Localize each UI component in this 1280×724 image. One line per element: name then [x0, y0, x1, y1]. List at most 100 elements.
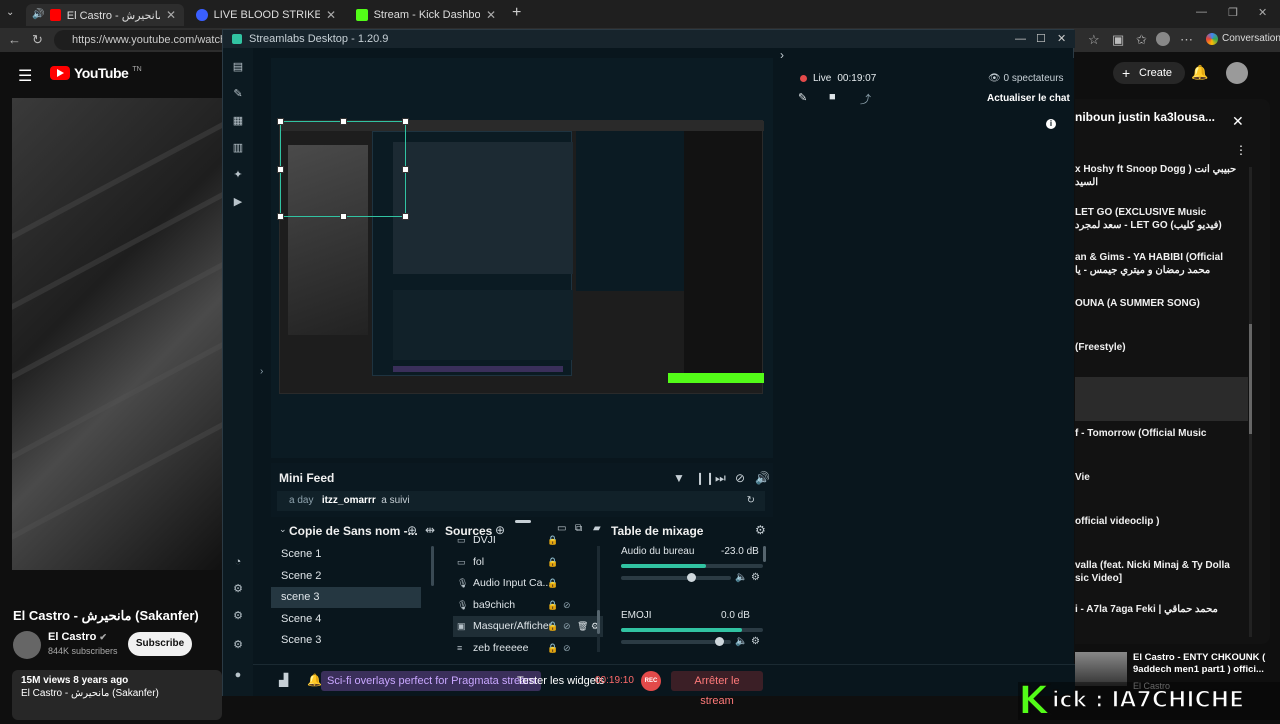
volume-slider[interactable]: [621, 637, 731, 646]
speaker-icon[interactable]: 🔊: [32, 9, 44, 20]
notifications-bell-icon[interactable]: 🔔: [1191, 64, 1208, 81]
playlist-item[interactable]: (Freestyle): [1075, 341, 1250, 354]
lock-icon[interactable]: 🔒: [547, 595, 558, 616]
layers-icon[interactable]: ▥: [231, 141, 245, 155]
playlist-item[interactable]: LET GO (EXCLUSIVE Music سعد لمجرد - LET G…: [1075, 206, 1250, 232]
youtube-logo[interactable]: YouTube TN: [50, 65, 142, 81]
reload-icon[interactable]: ↻: [32, 32, 43, 48]
browser-tab-restream[interactable]: LIVE BLOOD STRIKE - Restre ✕: [188, 4, 344, 26]
subscribe-button[interactable]: Subscribe: [128, 632, 192, 656]
mixer-settings-icon[interactable]: ⚙: [755, 523, 766, 537]
resize-handle[interactable]: [277, 213, 284, 220]
resize-handle[interactable]: [277, 118, 284, 125]
record-icon[interactable]: ■: [829, 91, 836, 103]
resize-handle[interactable]: [277, 166, 284, 173]
url-input[interactable]: https://www.youtube.com/watch?v=: [54, 30, 234, 50]
expand-left-chevron-icon[interactable]: ›: [260, 366, 263, 377]
source-item[interactable]: ▣ Masquer/Afficher 🔒 ⊘ 🗑 ⚙: [453, 616, 603, 637]
volume-slider[interactable]: [621, 573, 731, 582]
mute-alerts-icon[interactable]: ⊘: [735, 471, 745, 485]
playlist-item[interactable]: i - A7la 7aga Feki | محمد حماقي: [1075, 603, 1250, 616]
apps-icon[interactable]: ✦: [231, 168, 245, 182]
resize-handle[interactable]: [402, 118, 409, 125]
source-item[interactable]: 🎙 ba9chich 🔒 ⊘: [453, 595, 603, 616]
notifications-icon[interactable]: 🔔: [307, 673, 322, 687]
create-button[interactable]: + Create: [1113, 62, 1185, 84]
scene-collection-title[interactable]: Copie de Sans nom -...: [289, 524, 418, 538]
playlist-item[interactable]: OUNA (A SUMMER SONG): [1075, 297, 1250, 310]
play-circle-icon[interactable]: ▶: [231, 195, 245, 209]
conversation-label[interactable]: Conversation: [1222, 33, 1280, 44]
playlist-item[interactable]: an & Gims - YA HABIBI (Official محمد رمضا…: [1075, 251, 1250, 277]
browser-tab-kick[interactable]: Stream - Kick Dashboard ✕: [348, 4, 504, 26]
hamburger-menu-icon[interactable]: ☰: [18, 66, 32, 86]
share-icon[interactable]: ⤴: [860, 91, 871, 107]
close-playlist-icon[interactable]: ✕: [1232, 113, 1244, 130]
rec-button[interactable]: REC: [641, 671, 661, 691]
stream-preview[interactable]: [277, 118, 764, 394]
browser-tab-youtube[interactable]: 🔊 El Castro - مانحيرش (Sakanfer) ✕: [26, 4, 184, 26]
themes-icon[interactable]: ✎: [231, 87, 245, 101]
close-tab-icon[interactable]: ✕: [326, 8, 336, 22]
feed-event-row[interactable]: a day itzz_omarrr a suivi ↻: [277, 491, 765, 511]
copilot-icon[interactable]: [1206, 33, 1218, 45]
user-profile-icon[interactable]: ●: [231, 668, 245, 682]
profile-avatar[interactable]: [1156, 32, 1170, 46]
new-tab-icon[interactable]: +: [512, 4, 521, 22]
scene-item[interactable]: Scene 2: [271, 566, 421, 587]
close-tab-icon[interactable]: ✕: [486, 8, 496, 22]
resize-handle[interactable]: [402, 213, 409, 220]
selected-source-bounding-box[interactable]: [277, 118, 409, 220]
playlist-item[interactable]: f - Tomorrow (Official Music: [1075, 427, 1250, 440]
next-video-title[interactable]: El Castro - ENTY CHKOUNK ( 9addech men1 …: [1133, 652, 1273, 676]
source-item[interactable]: ▭ fol 🔒: [453, 552, 603, 573]
more-menu-icon[interactable]: ⋯: [1180, 32, 1193, 48]
mute-track-icon[interactable]: 🔈: [735, 636, 747, 647]
track-settings-icon[interactable]: ⚙: [751, 572, 760, 583]
lock-icon[interactable]: 🔒: [547, 530, 558, 551]
resize-handle[interactable]: [340, 213, 347, 220]
playlist-scrollbar-thumb[interactable]: [1249, 324, 1252, 434]
sources-scrollbar[interactable]: [597, 546, 600, 652]
playlist-item[interactable]: Vie: [1075, 471, 1250, 484]
channel-avatar[interactable]: [13, 631, 41, 659]
stop-stream-button[interactable]: Arrêter le stream: [671, 671, 763, 707]
restore-browser-icon[interactable]: ❐: [1228, 6, 1238, 19]
lock-icon[interactable]: 🔒: [547, 573, 558, 594]
playlist-menu-icon[interactable]: ⋮: [1235, 143, 1247, 157]
source-item[interactable]: ▭ DVJI 🔒: [453, 530, 603, 551]
cloudbot-icon[interactable]: ⚙: [231, 582, 245, 596]
add-scene-icon[interactable]: ⊕: [407, 523, 417, 537]
scene-item[interactable]: Scene 3: [271, 630, 421, 651]
playlist-item[interactable]: x Hoshy ft Snoop Dogg ) حبيبي انت السيد: [1075, 163, 1250, 189]
info-icon[interactable]: i: [1046, 119, 1056, 129]
mute-track-icon[interactable]: 🔈: [735, 572, 747, 583]
visibility-toggle-icon[interactable]: ⊘: [563, 616, 571, 637]
split-view-icon[interactable]: ▣: [1112, 32, 1124, 48]
tab-list-chevron-icon[interactable]: ⌄: [6, 7, 14, 18]
next-video-thumbnail[interactable]: [1075, 652, 1127, 686]
resize-handle[interactable]: [340, 118, 347, 125]
video-player[interactable]: [12, 98, 222, 570]
favorites-icon[interactable]: ✩: [1136, 32, 1147, 48]
lock-icon[interactable]: 🔒: [547, 638, 558, 659]
filter-icon[interactable]: ▼: [673, 471, 685, 485]
skip-alert-icon[interactable]: ⏭: [715, 471, 726, 486]
alertbox-icon[interactable]: ⚙: [231, 609, 245, 623]
close-tab-icon[interactable]: ✕: [166, 8, 176, 22]
back-arrow-icon[interactable]: ←: [8, 32, 21, 47]
sources-scrollbar-thumb[interactable]: [597, 610, 600, 634]
transitions-icon[interactable]: ⇹: [425, 523, 435, 537]
playlist-item[interactable]: official videoclip ): [1075, 515, 1250, 528]
channel-name[interactable]: El Castro ✔: [48, 631, 107, 643]
volume-slider-knob[interactable]: [714, 637, 724, 646]
delete-source-icon[interactable]: 🗑: [577, 616, 588, 637]
close-browser-icon[interactable]: ✕: [1258, 6, 1267, 19]
store-icon[interactable]: ▦: [231, 114, 245, 128]
edit-stream-icon[interactable]: ✎: [798, 91, 807, 104]
scene-collection-chevron-icon[interactable]: ⌄: [279, 524, 287, 535]
minimize-browser-icon[interactable]: —: [1196, 6, 1207, 18]
track-settings-icon[interactable]: ⚙: [751, 636, 760, 647]
performance-stats-icon[interactable]: ▟: [279, 673, 288, 687]
resize-handle[interactable]: [402, 166, 409, 173]
